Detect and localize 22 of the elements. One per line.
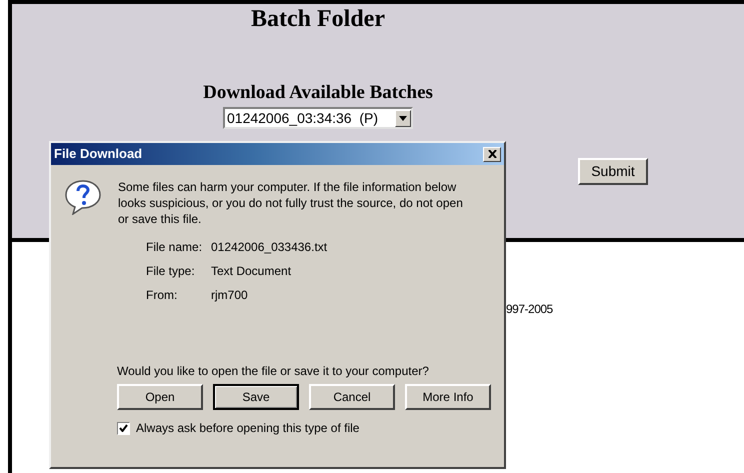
detail-value: Text Document [211, 263, 292, 279]
checkbox-label: Always ask before opening this type of file [136, 420, 360, 437]
dialog-button[interactable]: Cancel [309, 384, 395, 410]
submit-button[interactable]: Submit [578, 158, 648, 185]
page-title: Batch Folder [251, 5, 385, 34]
question-text: Would you like to open the file or save it to your computer? [116, 363, 430, 379]
detail-label: From: [146, 287, 178, 303]
dialog-title-bar: File Download [51, 143, 504, 165]
dialog-button[interactable]: Open [117, 384, 203, 410]
always-ask-checkbox[interactable] [117, 422, 130, 434]
detail-label: File type: [146, 263, 196, 279]
footer-text: 997-2005 [506, 301, 553, 318]
detail-value: 01242006_033436.txt [211, 239, 328, 255]
question-icon [64, 179, 102, 215]
batch-select[interactable]: 01242006_03:34:36 (P) [223, 107, 413, 129]
section-heading: Download Available Batches [203, 82, 433, 104]
warning-message: Some files can harm your computer. If the file information below looks suspicious, or you do not fully trust the source, do not open or save this file. [118, 179, 464, 227]
close-icon[interactable] [483, 146, 501, 162]
detail-value: rjm700 [211, 287, 248, 303]
detail-label: File name: [146, 239, 204, 255]
dialog-button[interactable]: More Info [405, 384, 491, 410]
dialog-button[interactable]: Save [213, 384, 299, 410]
